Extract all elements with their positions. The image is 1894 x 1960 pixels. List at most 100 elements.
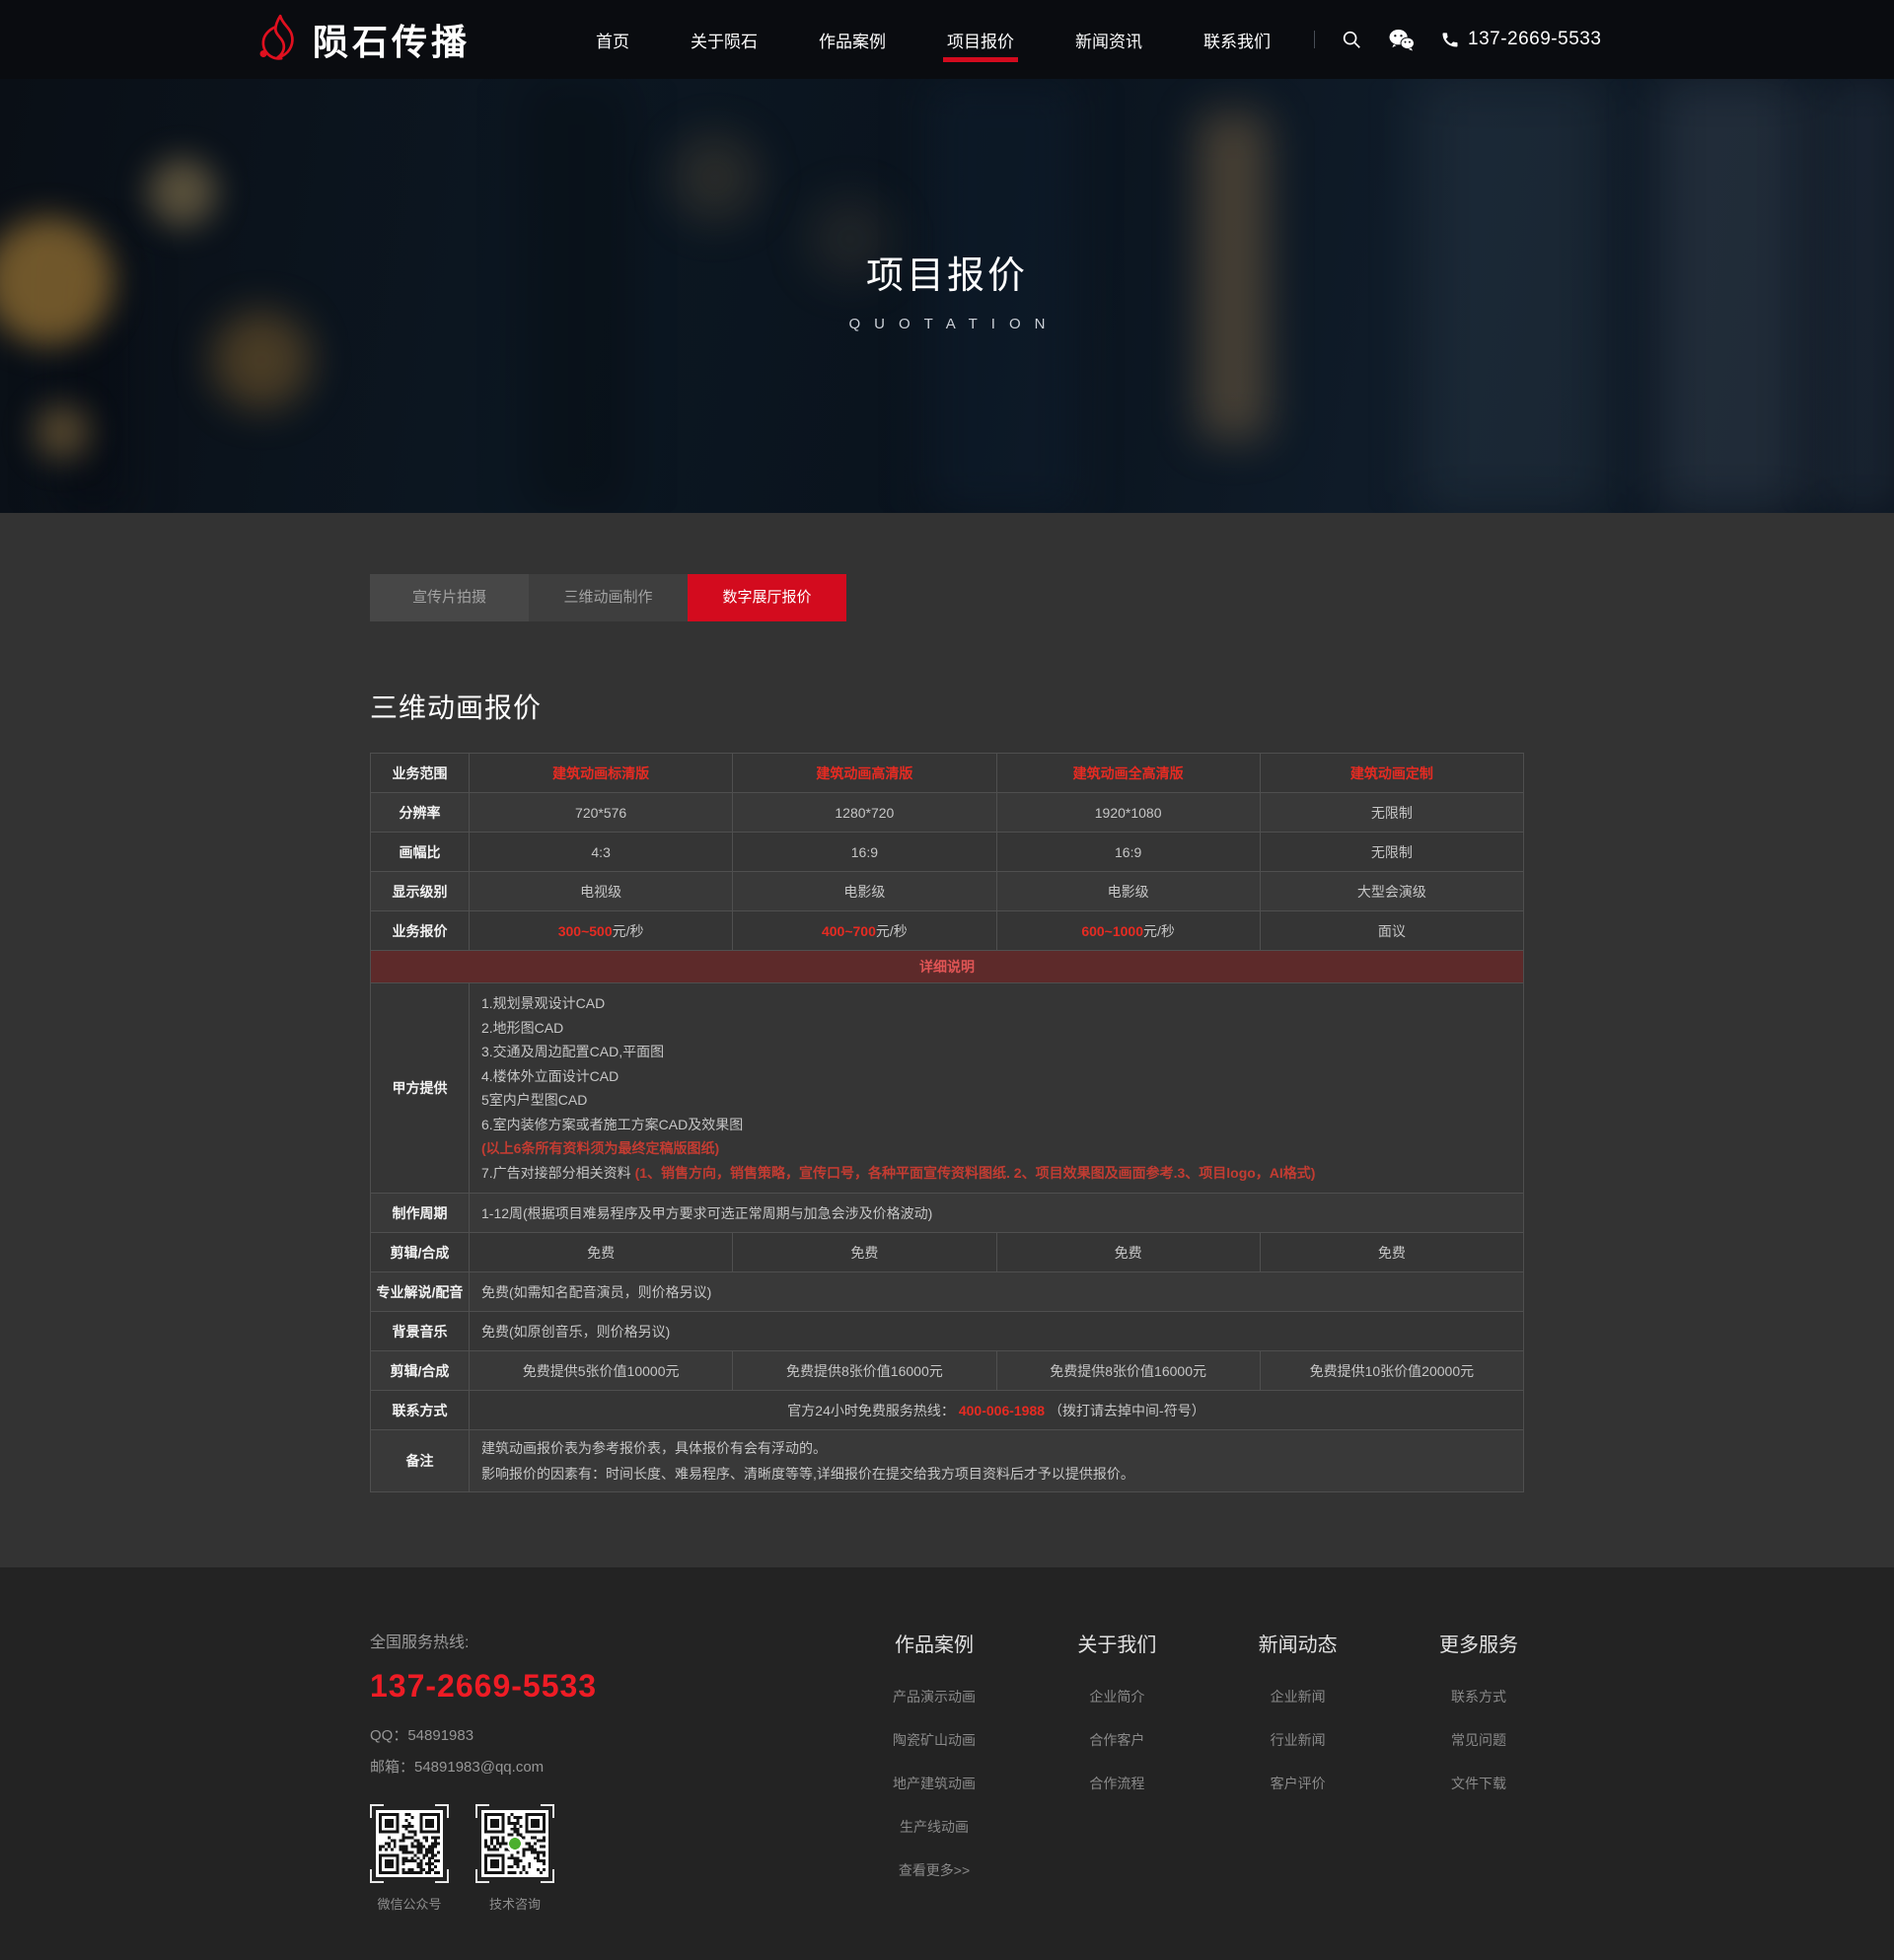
list-line: 7.广告对接部分相关资料 (1、销售方向，销售策略，宣传口号，各种平面宣传资料图… [481, 1161, 1511, 1186]
row-label: 画幅比 [371, 833, 470, 872]
search-icon[interactable] [1341, 29, 1362, 50]
footer-inner: 全国服务热线: 137-2669-5533 QQ：54891983 邮箱：548… [370, 1567, 1524, 1913]
quote-tabs: 宣传片拍摄三维动画制作数字展厅报价 [370, 574, 1524, 621]
qr-code-image [481, 1810, 548, 1877]
footer-column-title: 新闻动态 [1259, 1629, 1338, 1657]
qr-label: 技术咨询 [475, 1894, 554, 1913]
table-cell: 1-12周(根据项目难易程序及甲方要求可选正常周期与加急会涉及价格波动) [470, 1194, 1524, 1233]
list-line: 3.交通及周边配置CAD,平面图 [481, 1040, 1511, 1064]
main-content: 宣传片拍摄三维动画制作数字展厅报价 三维动画报价 业务范围建筑动画标清版建筑动画… [0, 574, 1894, 1567]
provide-list: 1.规划景观设计CAD2.地形图CAD3.交通及周边配置CAD,平面图4.楼体外… [470, 983, 1524, 1194]
row-label: 制作周期 [371, 1194, 470, 1233]
footer-column: 作品案例产品演示动画陶瓷矿山动画地产建筑动画生产线动画查看更多>> [893, 1629, 976, 1913]
table-row: 背景音乐免费(如原创音乐，则价格另议) [371, 1312, 1524, 1351]
wechat-icon[interactable] [1388, 29, 1415, 51]
footer-column-title: 作品案例 [893, 1629, 976, 1657]
footer-link[interactable]: 合作流程 [1077, 1774, 1156, 1793]
phone-icon [1440, 30, 1460, 49]
table-cell: 1920*1080 [996, 793, 1260, 833]
table-cell: 免费(如原创音乐，则价格另议) [470, 1312, 1524, 1351]
contact-cell: 官方24小时免费服务热线：400-006-1988（拨打请去掉中间-符号） [470, 1391, 1524, 1430]
footer-link[interactable]: 生产线动画 [893, 1817, 976, 1837]
nav-item[interactable]: 作品案例 [817, 18, 888, 62]
table-cell: 4:3 [470, 833, 733, 872]
remark-cell: 建筑动画报价表为参考报价表，具体报价有会有浮动的。影响报价的因素有：时间长度、难… [470, 1430, 1524, 1492]
price-value: 600~1000 [1081, 923, 1143, 939]
list-line: 1.规划景观设计CAD [481, 991, 1511, 1016]
footer-column-title: 关于我们 [1077, 1629, 1156, 1657]
table-row: 甲方提供1.规划景观设计CAD2.地形图CAD3.交通及周边配置CAD,平面图4… [371, 983, 1524, 1194]
nav-item[interactable]: 联系我们 [1202, 18, 1273, 62]
footer-link[interactable]: 企业简介 [1077, 1687, 1156, 1706]
table-cell: 电影级 [733, 872, 996, 911]
table-row: 剪辑/合成免费免费免费免费 [371, 1233, 1524, 1272]
list-line: 5室内户型图CAD [481, 1088, 1511, 1113]
footer-link[interactable]: 合作客户 [1077, 1730, 1156, 1750]
row-label: 联系方式 [371, 1391, 470, 1430]
table-cell: 面议 [1260, 911, 1523, 951]
list-line: 6.室内装修方案或者施工方案CAD及效果图 [481, 1113, 1511, 1137]
list-line: (以上6条所有资料须为最终定稿版图纸) [481, 1136, 1511, 1161]
table-row: 专业解说/配音免费(如需知名配音演员，则价格另议) [371, 1272, 1524, 1312]
nav-item[interactable]: 项目报价 [945, 18, 1016, 62]
row-label: 剪辑/合成 [371, 1233, 470, 1272]
table-cell: 免费 [1260, 1233, 1523, 1272]
table-row: 备注建筑动画报价表为参考报价表，具体报价有会有浮动的。影响报价的因素有：时间长度… [371, 1430, 1524, 1492]
table-cell: 大型会演级 [1260, 872, 1523, 911]
footer-link[interactable]: 企业新闻 [1259, 1687, 1338, 1706]
tab-1[interactable]: 宣传片拍摄 [370, 574, 529, 621]
footer-link[interactable]: 行业新闻 [1259, 1730, 1338, 1750]
nav-item[interactable]: 新闻资讯 [1073, 18, 1144, 62]
qr-tech-support: 技术咨询 [475, 1804, 554, 1913]
price-table-wrap: 业务范围建筑动画标清版建筑动画高清版建筑动画全高清版建筑动画定制分辨率720*5… [370, 753, 1524, 1567]
row-label: 分辨率 [371, 793, 470, 833]
detail-banner: 详细说明 [371, 951, 1524, 983]
table-cell: 电影级 [996, 872, 1260, 911]
table-row: 分辨率720*5761280*7201920*1080无限制 [371, 793, 1524, 833]
list-line-note: (1、销售方向，销售策略，宣传口号，各种平面宣传资料图纸. 2、项目效果图及画面… [635, 1165, 1316, 1181]
header-phone-number: 137-2669-5533 [1468, 29, 1601, 50]
table-row: 业务报价300~500元/秒400~700元/秒600~1000元/秒面议 [371, 911, 1524, 951]
logo[interactable]: 陨石传播 [250, 13, 471, 66]
contact-prefix: 官方24小时免费服务热线： [787, 1403, 955, 1418]
main-nav: 首页 关于陨石 作品案例 项目报价 新闻资讯 联系我们 [594, 18, 1273, 62]
table-row: 业务范围建筑动画标清版建筑动画高清版建筑动画全高清版建筑动画定制 [371, 754, 1524, 793]
tab-2[interactable]: 三维动画制作 [529, 574, 688, 621]
hero-banner: 项目报价 QUOTATION [0, 79, 1894, 513]
qr-wechat-public: 微信公众号 [370, 1804, 449, 1913]
footer-link[interactable]: 文件下载 [1439, 1774, 1518, 1793]
table-row: 显示级别电视级电影级电影级大型会演级 [371, 872, 1524, 911]
table-cell: 免费提供8张价值16000元 [996, 1351, 1260, 1391]
row-label: 业务范围 [371, 754, 470, 793]
footer-column: 新闻动态企业新闻行业新闻客户评价 [1259, 1629, 1338, 1913]
table-cell: 无限制 [1260, 833, 1523, 872]
footer-link[interactable]: 客户评价 [1259, 1774, 1338, 1793]
row-label: 专业解说/配音 [371, 1272, 470, 1312]
footer-link[interactable]: 查看更多>> [893, 1860, 976, 1880]
list-line: 2.地形图CAD [481, 1016, 1511, 1041]
table-cell: 建筑动画全高清版 [996, 754, 1260, 793]
table-cell: 1280*720 [733, 793, 996, 833]
footer-link-columns: 作品案例产品演示动画陶瓷矿山动画地产建筑动画生产线动画查看更多>> 关于我们企业简… [710, 1629, 1524, 1913]
header-phone: 137-2669-5533 [1440, 29, 1601, 50]
nav-item[interactable]: 首页 [594, 18, 631, 62]
footer-link[interactable]: 产品演示动画 [893, 1687, 976, 1706]
footer-link[interactable]: 常见问题 [1439, 1730, 1518, 1750]
footer-link[interactable]: 地产建筑动画 [893, 1774, 976, 1793]
footer-email: 邮箱：54891983@qq.com [370, 1756, 710, 1777]
table-cell: 免费提供8张价值16000元 [733, 1351, 996, 1391]
tab-3[interactable]: 数字展厅报价 [688, 574, 846, 621]
footer-qq: QQ：54891983 [370, 1724, 710, 1745]
price-value: 300~500 [558, 923, 613, 939]
table-cell: 无限制 [1260, 793, 1523, 833]
footer-link[interactable]: 联系方式 [1439, 1687, 1518, 1706]
table-cell: 免费 [996, 1233, 1260, 1272]
remark-line: 建筑动画报价表为参考报价表，具体报价有会有浮动的。 [481, 1435, 1511, 1461]
footer-column: 更多服务联系方式常见问题文件下载 [1439, 1629, 1518, 1913]
nav-item[interactable]: 关于陨石 [689, 18, 760, 62]
qr-frame [370, 1804, 449, 1883]
remark-line: 影响报价的因素有：时间长度、难易程序、清晰度等等,详细报价在提交给我方项目资料后… [481, 1461, 1511, 1487]
table-cell: 免费 [733, 1233, 996, 1272]
footer-link[interactable]: 陶瓷矿山动画 [893, 1730, 976, 1750]
qr-row: 微信公众号技术咨询 [370, 1804, 710, 1913]
